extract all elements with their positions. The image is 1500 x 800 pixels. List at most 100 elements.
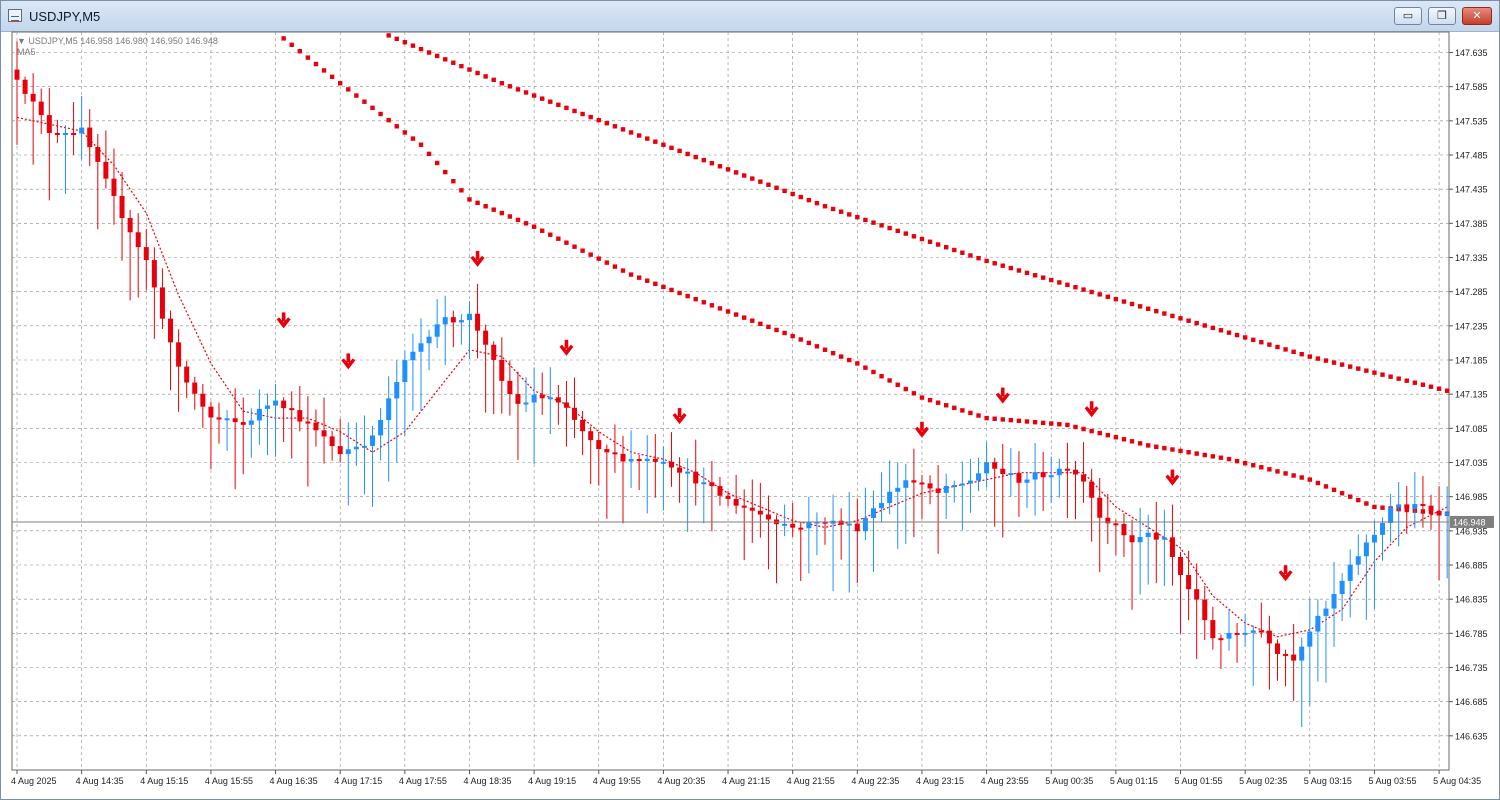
bear-candle	[1153, 532, 1159, 540]
ma-dot	[620, 268, 626, 273]
ma-dot	[1380, 505, 1385, 510]
price-tick-label: 147.485	[1455, 151, 1488, 161]
ma-dot	[1162, 445, 1167, 451]
ma-dot	[822, 204, 828, 209]
ma-dot	[321, 68, 327, 73]
bull-candle	[62, 133, 68, 136]
bull-candle	[628, 459, 634, 462]
ma-dot	[838, 354, 844, 359]
ma-dot	[572, 244, 577, 249]
bull-candle	[879, 503, 885, 509]
ma-dot	[1275, 469, 1280, 474]
ma-dot	[1081, 426, 1086, 432]
bull-candle	[1161, 537, 1167, 540]
ma-dot	[313, 61, 319, 67]
bull-candle	[887, 491, 893, 504]
close-button[interactable]: ✕	[1462, 7, 1492, 25]
ma-dot	[1146, 443, 1151, 448]
ma-dot	[467, 197, 472, 202]
bull-candle	[1048, 475, 1054, 478]
ma-dot	[935, 242, 941, 247]
bear-candle	[1266, 630, 1272, 644]
bull-candle	[345, 449, 351, 455]
bear-candle	[1097, 497, 1103, 518]
bear-candle	[507, 380, 513, 394]
bull-candle	[967, 480, 973, 484]
ma-dot	[1364, 501, 1369, 506]
ma-dot	[483, 204, 488, 209]
ma-dot	[499, 210, 504, 216]
ma-dot	[1057, 280, 1062, 285]
ma-dot	[911, 234, 917, 239]
ma-dot	[628, 272, 634, 277]
ma-dot	[418, 46, 424, 52]
time-tick-label: 5 Aug 03:15	[1304, 776, 1352, 786]
bear-candle	[30, 93, 36, 102]
bear-candle	[135, 232, 141, 248]
ma-dot	[475, 70, 480, 76]
ma-dot	[725, 167, 731, 172]
bear-candle	[1000, 468, 1006, 475]
ma-dot	[556, 102, 561, 107]
bear-candle	[935, 488, 941, 493]
bear-candle	[749, 507, 755, 511]
price-tick-label: 147.535	[1455, 116, 1488, 126]
ma-dot	[1283, 347, 1288, 352]
ma-dot	[394, 124, 399, 129]
bull-candle	[870, 508, 876, 518]
price-chart[interactable]: 146.948 147.635147.585147.535147.485147.…	[1, 31, 1499, 799]
ma-dot	[701, 300, 706, 305]
bull-candle	[862, 517, 868, 532]
ma-dot	[1000, 417, 1005, 422]
ma-dot	[1073, 424, 1078, 430]
bull-candle	[1347, 564, 1353, 581]
ma-dot	[515, 87, 521, 92]
ma-dot	[281, 36, 286, 41]
bear-candle	[192, 382, 198, 394]
ma-dot	[1097, 430, 1102, 436]
ma-dot	[887, 378, 892, 383]
bull-candle	[1008, 473, 1014, 476]
time-tick-label: 4 Aug 23:55	[981, 776, 1029, 786]
ma-dot	[798, 337, 803, 342]
ma-dot	[717, 306, 723, 311]
ma-dot	[653, 281, 658, 287]
ma-dot	[580, 111, 585, 117]
ma-dot	[709, 303, 715, 308]
sell-arrow-shaft	[920, 421, 924, 431]
minimize-button[interactable]: ▭	[1394, 7, 1422, 25]
bull-candle	[264, 405, 270, 409]
ma-dot	[459, 63, 464, 69]
bear-candle	[1234, 632, 1240, 635]
ma-dot	[855, 214, 860, 220]
ma-dot	[596, 117, 601, 123]
ma-dot	[1412, 380, 1418, 385]
ma-dot	[531, 224, 537, 229]
bull-candle	[386, 398, 392, 421]
ma-dot	[636, 275, 642, 280]
ma-dot	[927, 397, 933, 403]
restore-button[interactable]: ❐	[1428, 7, 1456, 25]
ma-dot	[960, 250, 965, 255]
price-tick-label: 147.285	[1455, 287, 1488, 297]
ma-dot	[1436, 386, 1442, 391]
bull-candle	[1331, 594, 1337, 609]
sell-arrow-shaft	[1089, 401, 1094, 411]
ma-dot	[814, 200, 820, 206]
time-tick-label: 5 Aug 01:55	[1175, 776, 1223, 786]
ma-dot	[596, 256, 601, 261]
time-tick-label: 4 Aug 17:15	[334, 776, 382, 786]
title-bar[interactable]: USDJPY,M5 ▭ ❐ ✕	[1, 1, 1499, 32]
ma-dot	[1356, 366, 1361, 371]
sell-arrow-shaft	[1283, 565, 1288, 575]
bear-candle	[838, 520, 844, 525]
ma-dot	[677, 148, 682, 154]
ma-dot	[1307, 354, 1312, 359]
price-tick-label: 146.735	[1455, 663, 1488, 673]
ma-dot	[766, 182, 771, 187]
bear-candle	[208, 406, 214, 418]
bear-candle	[539, 394, 545, 399]
time-tick-label: 5 Aug 03:55	[1368, 776, 1416, 786]
ma-dot	[1339, 362, 1345, 367]
ma-dot	[1307, 477, 1312, 482]
